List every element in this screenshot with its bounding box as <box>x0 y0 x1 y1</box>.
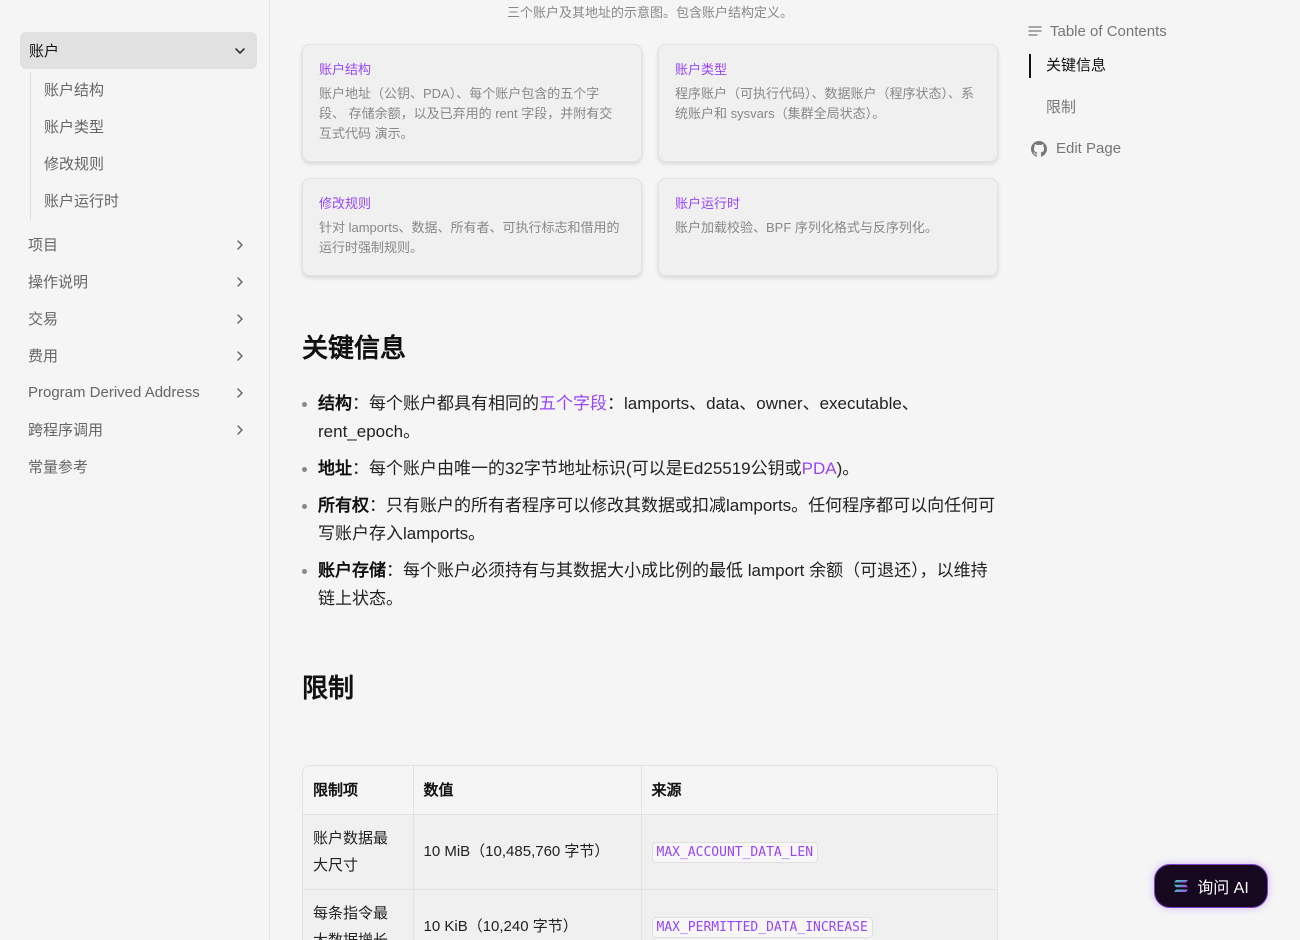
bullet-text: 每个账户都具有相同的 <box>369 394 539 413</box>
bullet-label: 结构 <box>318 394 352 413</box>
sidebar-item-transactions[interactable]: 交易 <box>20 300 257 337</box>
sidebar-sub-item-account-structure[interactable]: 账户结构 <box>31 72 257 109</box>
column-header-value: 数值 <box>413 766 642 815</box>
chevron-right-icon <box>237 276 243 287</box>
card-account-types[interactable]: 账户类型 程序账户（可执行代码）、数据账户（程序状态）、系统账户和 sysvar… <box>658 44 998 162</box>
section-heading-limits: 限制 <box>302 673 355 703</box>
card-account-runtime[interactable]: 账户运行时 账户加载校验、BPF 序列化格式与反序列化。 <box>658 178 998 276</box>
bullet-label: 账户存储 <box>318 561 386 580</box>
list-icon <box>1028 26 1042 36</box>
column-header-source: 来源 <box>641 766 997 815</box>
table-cell-limit: 账户数据最大尺寸 <box>303 814 414 890</box>
list-item: 地址：每个账户由唯一的32字节地址标识(可以是Ed25519公钥或PDA)。 <box>302 455 998 483</box>
table-cell-value: 10 MiB（10,485,760 字节） <box>413 814 642 890</box>
sidebar-sub-list: 账户结构 账户类型 修改规则 账户运行时 <box>30 72 257 220</box>
table-of-contents: Table of Contents 关键信息 限制 Edit Page <box>1028 20 1288 157</box>
toc-item-key-info[interactable]: 关键信息 <box>1029 54 1288 78</box>
list-item: 账户存储：每个账户必须持有与其数据大小成比例的最低 lamport 余额（可退还… <box>302 557 998 613</box>
five-fields-link[interactable]: 五个字段 <box>539 394 607 413</box>
bullet-separator: ： <box>386 561 403 580</box>
table-cell-source: MAX_ACCOUNT_DATA_LEN <box>641 814 997 890</box>
sidebar-item-fees[interactable]: 费用 <box>20 337 257 374</box>
source-code: MAX_ACCOUNT_DATA_LEN <box>651 841 819 863</box>
card-title: 账户运行时 <box>675 196 741 211</box>
bullet-text: 只有账户的所有者程序可以修改其数据或扣减lamports。任何程序都可以向任何可… <box>318 496 996 543</box>
sidebar-item-instructions[interactable]: 操作说明 <box>20 263 257 300</box>
card-modification-rules[interactable]: 修改规则 针对 lamports、数据、所有者、可执行标志和借用的运行时强制规则… <box>302 178 642 276</box>
list-item: 所有权：只有账户的所有者程序可以修改其数据或扣减lamports。任何程序都可以… <box>302 492 998 548</box>
sidebar-item-label: 操作说明 <box>28 274 89 291</box>
sidebar-item-label: 费用 <box>28 348 59 365</box>
source-code: MAX_PERMITTED_DATA_INCREASE <box>651 916 873 938</box>
sidebar-list: 项目 操作说明 交易 费用 Program Derived Address 跨程… <box>20 226 257 485</box>
table-cell-source: MAX_PERMITTED_DATA_INCREASE <box>641 889 997 940</box>
bullet-separator: ： <box>352 394 369 413</box>
ask-ai-label: 询问 AI <box>1197 880 1249 897</box>
sidebar-item-programs[interactable]: 项目 <box>20 226 257 263</box>
sidebar-item-pda[interactable]: Program Derived Address <box>20 374 257 411</box>
sidebar-section-accounts[interactable]: 账户 <box>20 32 257 69</box>
edit-page-label: Edit Page <box>1056 140 1122 157</box>
card-title: 账户结构 <box>319 62 372 77</box>
table-header-row: 限制项 数值 来源 <box>303 766 997 815</box>
sidebar-item-label: 常量参考 <box>28 459 89 476</box>
ask-ai-button[interactable]: 询问 AI <box>1154 864 1268 908</box>
bullet-label: 所有权 <box>318 496 369 515</box>
sidebar-sub-item-account-runtime[interactable]: 账户运行时 <box>31 183 257 220</box>
chevron-right-icon <box>237 313 243 324</box>
table-cell-limit: 每条指令最大数据增长 <box>303 889 414 940</box>
pda-link[interactable]: PDA <box>802 459 837 478</box>
figure-caption: 三个账户及其地址的示意图。包含账户结构定义。 <box>506 5 793 20</box>
toc-list: 关键信息 限制 <box>1028 54 1288 126</box>
table-row: 账户数据最大尺寸 10 MiB（10,485,760 字节） MAX_ACCOU… <box>303 814 997 890</box>
sidebar-sub-item-account-types[interactable]: 账户类型 <box>31 109 257 146</box>
table-cell-value: 10 KiB（10,240 字节） <box>413 889 642 940</box>
column-header-limit: 限制项 <box>303 766 414 815</box>
chevron-down-icon <box>235 47 245 54</box>
chevron-right-icon <box>237 350 243 361</box>
card-description: 针对 lamports、数据、所有者、可执行标志和借用的运行时强制规则。 <box>319 220 620 255</box>
limits-table: 限制项 数值 来源 账户数据最大尺寸 10 MiB（10,485,760 字节）… <box>302 765 998 940</box>
bullet-text: 每个账户由唯一的32字节地址标识(可以是Ed25519公钥或 <box>369 459 802 478</box>
card-account-structure[interactable]: 账户结构 账户地址（公钥、PDA）、每个账户包含的五个字段、 存储余额，以及已弃… <box>302 44 642 162</box>
bullet-label: 地址 <box>318 459 352 478</box>
toc-item-limits[interactable]: 限制 <box>1029 90 1288 126</box>
limits-table-grid: 限制项 数值 来源 账户数据最大尺寸 10 MiB（10,485,760 字节）… <box>303 766 997 940</box>
sidebar-item-cpi[interactable]: 跨程序调用 <box>20 411 257 448</box>
toc-heading-label: Table of Contents <box>1050 22 1167 40</box>
bullet-separator: ： <box>352 459 369 478</box>
section-heading-key-info: 关键信息 <box>302 333 407 363</box>
chevron-right-icon <box>237 239 243 250</box>
sidebar-item-constants[interactable]: 常量参考 <box>20 448 257 485</box>
bullet-text: 每个账户必须持有与其数据大小成比例的最低 lamport 余额（可退还），以维持… <box>318 561 988 608</box>
chevron-right-icon <box>237 387 243 398</box>
solana-logo-icon <box>1174 880 1189 892</box>
toc-heading: Table of Contents <box>1028 20 1288 42</box>
card-description: 账户地址（公钥、PDA）、每个账户包含的五个字段、 存储余额，以及已弃用的 re… <box>319 86 613 141</box>
sidebar-item-label: 交易 <box>28 311 59 328</box>
card-title: 账户类型 <box>675 62 728 77</box>
card-title: 修改规则 <box>319 196 372 211</box>
card-description: 程序账户（可执行代码）、数据账户（程序状态）、系统账户和 sysvars（集群全… <box>675 86 975 121</box>
bullet-separator: ： <box>369 496 386 515</box>
table-row: 每条指令最大数据增长 10 KiB（10,240 字节） MAX_PERMITT… <box>303 889 997 940</box>
chevron-right-icon <box>237 424 243 435</box>
edit-page-link[interactable]: Edit Page <box>1031 140 1288 157</box>
github-icon <box>1031 140 1047 157</box>
card-description: 账户加载校验、BPF 序列化格式与反序列化。 <box>675 220 938 235</box>
sidebar: 账户 账户结构 账户类型 修改规则 账户运行时 项目 操作说明 交易 费用 Pr… <box>0 0 270 940</box>
sidebar-sub-item-modification-rules[interactable]: 修改规则 <box>31 146 257 183</box>
bullet-text: )。 <box>836 459 860 478</box>
key-info-list: 结构：每个账户都具有相同的五个字段：lamports、data、owner、ex… <box>302 390 998 622</box>
sidebar-item-label: 跨程序调用 <box>28 422 104 439</box>
sidebar-section-label: 账户 <box>29 43 60 60</box>
list-item: 结构：每个账户都具有相同的五个字段：lamports、data、owner、ex… <box>302 390 998 446</box>
sidebar-item-label: 项目 <box>28 237 59 254</box>
sidebar-item-label: Program Derived Address <box>28 384 200 401</box>
